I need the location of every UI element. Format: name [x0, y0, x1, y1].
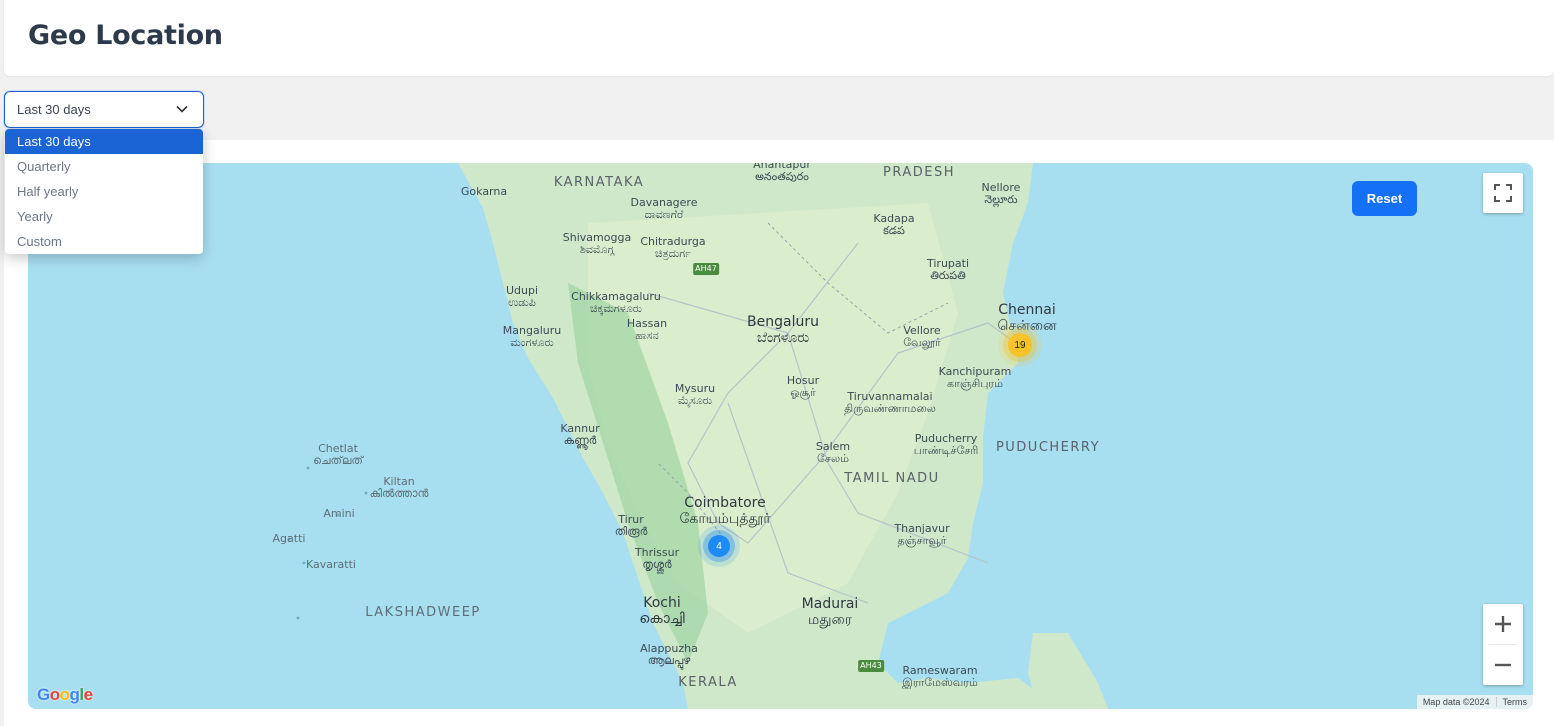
- map-label-thrissur: Thrissur തൃശ്ശൂർ: [634, 546, 680, 571]
- map-label-salem: Salem சேலம்: [815, 440, 851, 465]
- geo-map[interactable]: KARNATAKA PRADESH TAMIL NADU KERALA PUDU…: [28, 163, 1533, 709]
- map-label-puducherry-region: PUDUCHERRY: [995, 440, 1101, 455]
- option-yearly[interactable]: Yearly: [5, 204, 203, 229]
- map-label-alappuzha: Alappuzha ആലപ്പുഴ: [640, 642, 698, 667]
- map-label-gokarna: Gokarna: [460, 185, 508, 198]
- map-label-udupi: Udupi ಉಡುಪಿ: [505, 284, 539, 309]
- map-label-kadapa: Kadapa కడప: [873, 212, 915, 237]
- cluster-marker[interactable]: 4: [708, 535, 730, 557]
- map-label-agatti: Agatti: [272, 532, 306, 545]
- option-last-30-days[interactable]: Last 30 days: [5, 129, 203, 154]
- option-quarterly[interactable]: Quarterly: [5, 154, 203, 179]
- cluster-marker[interactable]: 19: [1008, 333, 1032, 357]
- map-label-kanchipuram: Kanchipuram காஞ்சிபுரம்: [938, 365, 1012, 390]
- map-label-mysuru: Mysuru ಮೈಸೂರು: [674, 382, 716, 407]
- map-attribution: Map data ©2024 Terms: [1416, 695, 1534, 709]
- map-label-kannur: Kannur കണ്ണൂർ: [560, 422, 600, 447]
- zoom-out-button[interactable]: [1483, 645, 1523, 685]
- map-label-tirur: Tirur തിരൂർ: [614, 513, 648, 538]
- map-label-tiruvannamalai: Tiruvannamalai திருவண்ணாமலை: [844, 390, 936, 415]
- map-label-kavaratti: Kavaratti: [306, 558, 356, 571]
- map-label-chennai: Chennai சென்னை: [997, 302, 1057, 334]
- chevron-down-icon: [176, 105, 188, 113]
- sri-lanka: [1028, 633, 1108, 709]
- date-range-selected-value: Last 30 days: [17, 102, 91, 117]
- map-label-madurai: Madurai மதுரை: [801, 596, 859, 628]
- map-label-karnataka: KARNATAKA: [553, 175, 645, 190]
- minus-icon: [1495, 663, 1511, 667]
- map-label-chetlat: Chetlat ചെത്‌ലത്: [313, 442, 363, 467]
- map-label-nellore: Nellore నెల్లూరు: [981, 181, 1021, 206]
- google-logo: Google: [37, 685, 93, 704]
- map-label-kochi: Kochi കൊച്ചി: [639, 595, 685, 627]
- map-label-shivamogga: Shivamogga ಶಿವಮೊಗ್ಗ: [562, 231, 632, 256]
- plus-icon: [1495, 616, 1511, 632]
- map-label-anantapur: Anantapur అనంతపురం: [753, 163, 811, 183]
- map-label-kerala: KERALA: [678, 675, 738, 690]
- fullscreen-icon: [1494, 184, 1512, 202]
- map-label-hassan: Hassan ಹಾಸನ: [626, 317, 668, 342]
- highway-badge-ah47: AH47: [693, 263, 719, 275]
- map-label-bengaluru: Bengaluru ಬೆಂಗಳೂರು: [747, 314, 819, 346]
- highway-badge-ah43: AH43: [858, 660, 884, 672]
- reset-button[interactable]: Reset: [1352, 181, 1417, 216]
- option-half-yearly[interactable]: Half yearly: [5, 179, 203, 204]
- map-label-mangaluru: Mangaluru ಮಂಗಳೂರು: [502, 324, 562, 349]
- page-title: Geo Location: [28, 20, 223, 51]
- map-label-lakshadweep: LAKSHADWEEP: [365, 605, 481, 620]
- map-label-chitradurga: Chitradurga ಚಿತ್ರದುರ್ಗ: [640, 235, 706, 260]
- fullscreen-button[interactable]: [1483, 173, 1523, 213]
- zoom-control: [1483, 604, 1523, 685]
- date-range-dropdown: Last 30 days Quarterly Half yearly Yearl…: [5, 129, 203, 254]
- terms-link[interactable]: Terms: [1495, 697, 1534, 707]
- map-terrain: [287, 163, 1108, 709]
- map-label-puducherry: Puducherry பாண்டிச்சேரி: [913, 432, 979, 457]
- map-label-vellore: Vellore வேலூர்: [903, 324, 941, 349]
- map-label-amini: Amini: [323, 507, 355, 520]
- page-header: Geo Location: [4, 0, 1554, 76]
- map-label-thanjavur: Thanjavur தஞ்சாவூர்: [894, 522, 950, 547]
- map-label-davanagere: Davanagere ದಾವಣಗೆರೆ: [630, 196, 698, 221]
- map-label-hosur: Hosur ஓசூர்: [786, 374, 820, 399]
- map-label-chikkamagaluru: Chikkamagaluru ಚಿಕ್ಕಮಗಳೂರು: [571, 290, 661, 315]
- map-label-coimbatore: Coimbatore கோயம்புத்தூர்: [679, 495, 771, 527]
- map-label-pradesh: PRADESH: [883, 165, 955, 180]
- map-label-rameswaram: Rameswaram இராமேஸ்வரம்: [902, 664, 978, 689]
- option-custom[interactable]: Custom: [5, 229, 203, 254]
- date-range-select[interactable]: Last 30 days: [4, 91, 204, 128]
- map-label-kiltan: Kiltan കിൽത്താൻ: [369, 475, 429, 500]
- map-data-credit: Map data ©2024: [1422, 697, 1490, 707]
- map-label-tamil-nadu: TAMIL NADU: [844, 471, 940, 486]
- zoom-in-button[interactable]: [1483, 604, 1523, 644]
- map-label-tirupati: Tirupati తిరుపతి: [926, 257, 970, 282]
